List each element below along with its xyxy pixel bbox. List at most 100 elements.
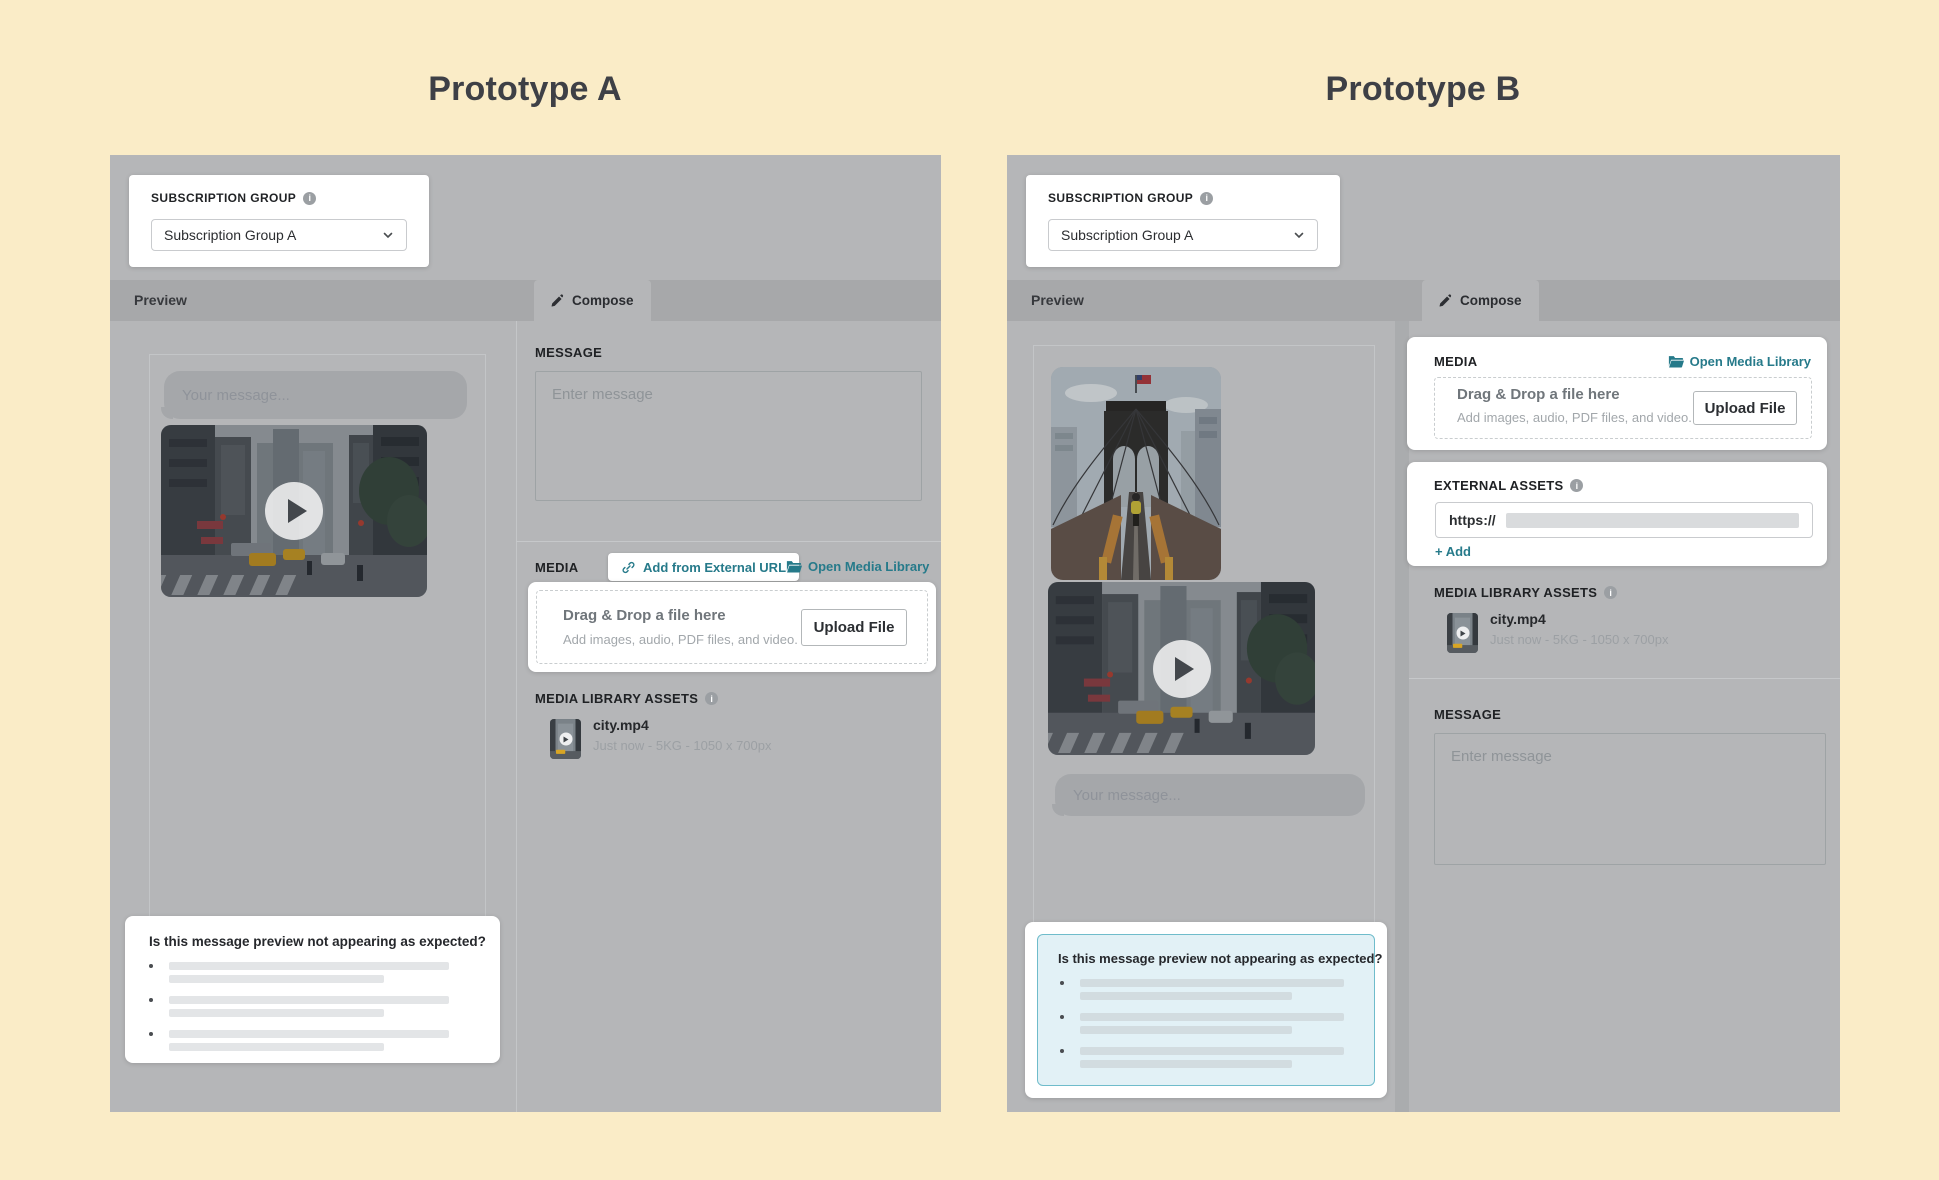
tab-compose-label: Compose xyxy=(572,293,634,308)
upload-file-button[interactable]: Upload File xyxy=(1693,391,1797,425)
prototype-a-panel: SUBSCRIPTION GROUP Subscription Group A … xyxy=(110,155,941,1112)
preview-help-card: Is this message preview not appearing as… xyxy=(125,916,500,1063)
open-media-library-link[interactable]: Open Media Library xyxy=(786,559,929,574)
subscription-group-value: Subscription Group A xyxy=(1061,227,1193,243)
info-icon[interactable] xyxy=(705,692,718,705)
media-label-text: MEDIA xyxy=(1434,354,1477,369)
placeholder-bar xyxy=(169,1009,384,1017)
dropzone-title: Drag & Drop a file here xyxy=(1457,386,1620,403)
asset-thumbnail xyxy=(550,719,581,759)
image-dim-overlay xyxy=(1051,367,1221,580)
preview-label: Preview xyxy=(1031,292,1084,308)
placeholder-bar xyxy=(169,996,449,1004)
prototype-a-title: Prototype A xyxy=(325,70,725,109)
open-media-library-link[interactable]: Open Media Library xyxy=(1668,354,1811,369)
info-icon[interactable] xyxy=(1570,479,1583,492)
subscription-group-label: SUBSCRIPTION GROUP xyxy=(1048,191,1193,205)
asset-meta: Just now - 5KG - 1050 x 700px xyxy=(593,738,771,753)
subscription-group-card: SUBSCRIPTION GROUP Subscription Group A xyxy=(129,175,429,267)
play-icon xyxy=(559,733,572,746)
asset-name: city.mp4 xyxy=(593,717,649,733)
asset-meta: Just now - 5KG - 1050 x 700px xyxy=(1490,632,1668,647)
chevron-down-icon xyxy=(382,229,394,241)
help-bullet xyxy=(149,996,476,1022)
tab-compose-label: Compose xyxy=(1460,293,1522,308)
placeholder-bar xyxy=(1080,1026,1292,1034)
subscription-group-label: SUBSCRIPTION GROUP xyxy=(151,191,296,205)
add-url-link[interactable]: + Add xyxy=(1435,544,1471,559)
dropzone-card: Drag & Drop a file here Add images, audi… xyxy=(528,582,936,672)
video-preview xyxy=(161,425,427,597)
prototype-b-panel: SUBSCRIPTION GROUP Subscription Group A … xyxy=(1007,155,1840,1112)
tab-compose[interactable]: Compose xyxy=(534,280,651,321)
bullet-dot xyxy=(1060,1049,1064,1053)
message-input[interactable] xyxy=(1434,733,1826,865)
folder-icon xyxy=(786,560,802,573)
open-media-library-label: Open Media Library xyxy=(1690,354,1811,369)
placeholder-bar xyxy=(169,1043,384,1051)
bullet-dot xyxy=(1060,1015,1064,1019)
media-asset-row[interactable]: city.mp4 Just now - 5KG - 1050 x 700px xyxy=(550,717,830,761)
link-icon xyxy=(621,560,636,575)
tab-compose[interactable]: Compose xyxy=(1422,280,1539,321)
preview-header-band: Preview xyxy=(110,280,941,321)
dropzone-subtitle: Add images, audio, PDF files, and video. xyxy=(1457,410,1692,425)
upload-file-label: Upload File xyxy=(1705,400,1786,417)
play-icon xyxy=(265,482,323,540)
asset-thumbnail xyxy=(1447,613,1478,653)
subscription-group-label-row: SUBSCRIPTION GROUP xyxy=(151,191,316,205)
chevron-down-icon xyxy=(1293,229,1305,241)
dropzone-subtitle: Add images, audio, PDF files, and video. xyxy=(563,632,798,647)
placeholder-bar xyxy=(1080,992,1292,1000)
media-card: MEDIA Open Media Library Drag & Drop a f… xyxy=(1407,337,1827,450)
help-bullet xyxy=(149,962,476,988)
subscription-group-card: SUBSCRIPTION GROUP Subscription Group A xyxy=(1026,175,1340,267)
message-section-label: MESSAGE xyxy=(535,345,602,360)
upload-file-button[interactable]: Upload File xyxy=(801,609,907,646)
placeholder-bar xyxy=(1080,979,1344,987)
section-divider xyxy=(516,541,941,542)
dropzone-title: Drag & Drop a file here xyxy=(563,607,726,624)
help-card-heading: Is this message preview not appearing as… xyxy=(1058,951,1382,966)
message-bubble-preview: Your message... xyxy=(164,371,467,419)
info-icon[interactable] xyxy=(303,192,316,205)
bubble-placeholder-text: Your message... xyxy=(182,387,290,404)
message-input[interactable] xyxy=(535,371,922,501)
help-bullet xyxy=(1060,979,1354,1005)
bubble-placeholder-text: Your message... xyxy=(1073,787,1181,804)
media-library-assets-label: MEDIA LIBRARY ASSETS xyxy=(1434,585,1597,600)
bullet-dot xyxy=(149,964,153,968)
preview-help-inner-card: Is this message preview not appearing as… xyxy=(1037,934,1375,1086)
subscription-group-select[interactable]: Subscription Group A xyxy=(151,219,407,251)
column-divider xyxy=(516,321,517,1112)
file-dropzone[interactable]: Drag & Drop a file here Add images, audi… xyxy=(536,590,928,664)
pencil-icon xyxy=(551,294,564,307)
add-from-external-url-button[interactable]: Add from External URL xyxy=(608,553,799,581)
file-dropzone[interactable]: Drag & Drop a file here Add images, audi… xyxy=(1434,377,1812,439)
help-bullet xyxy=(149,1030,476,1056)
placeholder-bar xyxy=(169,1030,449,1038)
media-label-text: MEDIA xyxy=(535,560,578,575)
external-url-input[interactable]: https:// xyxy=(1435,502,1813,538)
video-preview xyxy=(1048,582,1315,755)
preview-help-card: Is this message preview not appearing as… xyxy=(1025,922,1387,1098)
message-label-text: MESSAGE xyxy=(1434,707,1501,722)
media-asset-row[interactable]: city.mp4 Just now - 5KG - 1050 x 700px xyxy=(1447,611,1727,655)
subscription-group-select[interactable]: Subscription Group A xyxy=(1048,219,1318,251)
info-icon[interactable] xyxy=(1200,192,1213,205)
prototype-b-title: Prototype B xyxy=(1223,70,1623,109)
external-assets-label: EXTERNAL ASSETS xyxy=(1434,478,1563,493)
placeholder-bar xyxy=(169,975,384,983)
message-section-label: MESSAGE xyxy=(1434,707,1501,722)
placeholder-bar xyxy=(169,962,449,970)
info-icon[interactable] xyxy=(1604,586,1617,599)
url-prefix: https:// xyxy=(1449,512,1496,528)
url-placeholder-bar xyxy=(1506,513,1799,528)
image-preview-bridge xyxy=(1051,367,1221,580)
subscription-group-value: Subscription Group A xyxy=(164,227,296,243)
placeholder-bar xyxy=(1080,1060,1292,1068)
placeholder-bar xyxy=(1080,1013,1344,1021)
add-from-external-url-label: Add from External URL xyxy=(643,560,786,575)
message-bubble-preview: Your message... xyxy=(1055,774,1365,816)
subscription-group-label-row: SUBSCRIPTION GROUP xyxy=(1048,191,1213,205)
